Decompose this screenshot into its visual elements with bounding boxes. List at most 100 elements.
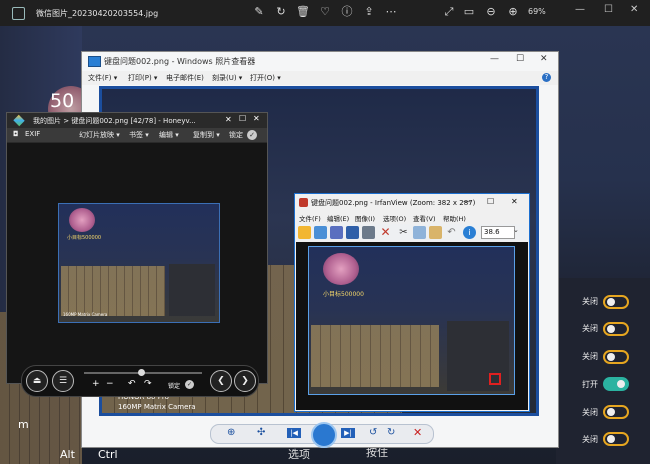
print-icon[interactable] bbox=[362, 226, 375, 239]
rotate-left-icon[interactable]: ↺ bbox=[369, 427, 377, 438]
maximize-icon[interactable]: ☐ bbox=[516, 54, 524, 64]
lock-label: 锁定 bbox=[168, 383, 181, 390]
toggle-label: 关闭 bbox=[582, 435, 598, 444]
menu-view[interactable]: 查看(V) bbox=[413, 213, 436, 223]
toggle-label: 关闭 bbox=[582, 408, 598, 417]
minimize-icon[interactable]: — bbox=[490, 54, 499, 64]
key-options: 选项 bbox=[288, 448, 310, 461]
check-icon[interactable]: ✓ bbox=[185, 380, 194, 389]
fit-icon[interactable]: ✣ bbox=[257, 427, 265, 438]
menu-email[interactable]: 电子邮件(E) bbox=[166, 73, 204, 83]
rotate-right-button[interactable]: ↷ bbox=[144, 379, 152, 389]
delete-icon[interactable]: 🗑 bbox=[296, 5, 310, 19]
copyto-menu[interactable]: 复制到 ▾ bbox=[193, 130, 220, 140]
photo-keyboard bbox=[61, 266, 165, 316]
toggle-switch bbox=[603, 322, 629, 336]
highlight-box bbox=[489, 373, 501, 385]
zoom-out-icon[interactable]: ⊖ bbox=[484, 5, 498, 19]
irfanview-icon bbox=[299, 198, 308, 207]
delete-icon[interactable]: ✕ bbox=[379, 226, 392, 239]
paste-icon[interactable] bbox=[429, 226, 442, 239]
prev-icon[interactable]: |◀ bbox=[287, 428, 301, 438]
share-icon[interactable]: ⇪ bbox=[362, 5, 376, 19]
close-icon[interactable]: ✕ bbox=[253, 114, 260, 123]
eject-icon[interactable]: ⏏ bbox=[26, 370, 48, 392]
displayed-image: 小目标500000 bbox=[308, 246, 515, 395]
bookmark-menu[interactable]: 书签 ▾ bbox=[129, 130, 149, 140]
wallpaper-number: 50 bbox=[50, 90, 75, 112]
close-icon[interactable]: ✕ bbox=[511, 197, 518, 206]
zoom-input[interactable]: 38.6 bbox=[481, 226, 515, 239]
edit-menu[interactable]: 编辑 ▾ bbox=[159, 130, 179, 140]
close-icon[interactable]: ✕ bbox=[630, 4, 638, 15]
camera-icon: ◘ bbox=[13, 130, 19, 138]
toggle-label: 关闭 bbox=[582, 297, 598, 306]
info-icon[interactable]: i bbox=[463, 226, 476, 239]
edit-icon[interactable]: ✎ bbox=[252, 5, 266, 19]
menu-options[interactable]: 选项(O) bbox=[383, 213, 406, 223]
help-icon[interactable]: ? bbox=[542, 73, 551, 82]
zoom-icon[interactable]: ⊕ bbox=[227, 427, 235, 438]
check-icon[interactable]: ✓ bbox=[247, 130, 257, 140]
info-icon[interactable]: ⓘ bbox=[340, 5, 354, 19]
honeyview-controls: ⏏ ☰ + − ↶ ↷ 锁定 ✓ ❮ ❯ bbox=[21, 365, 259, 397]
delete-icon[interactable]: ✕ bbox=[413, 426, 422, 439]
wallpaper-circle bbox=[323, 253, 359, 285]
image-view: 小目标500000 bbox=[296, 242, 528, 410]
zoom-in-icon[interactable]: ⊕ bbox=[506, 5, 520, 19]
close-icon[interactable]: ✕ bbox=[540, 54, 548, 64]
menu-icon[interactable]: ☰ bbox=[52, 370, 74, 392]
lock-button[interactable]: 锁定 bbox=[229, 130, 243, 140]
copy-icon[interactable] bbox=[413, 226, 426, 239]
rotate-left-button[interactable]: ↶ bbox=[128, 379, 136, 389]
zoom-out-button[interactable]: − bbox=[106, 379, 114, 389]
cut-icon[interactable]: ✂ bbox=[397, 226, 410, 239]
honeyview-icon bbox=[13, 114, 25, 127]
zoom-level: 69% bbox=[528, 7, 546, 16]
thumbnails-icon[interactable] bbox=[314, 226, 327, 239]
toggle-switch bbox=[603, 432, 629, 446]
minimize-icon[interactable]: — bbox=[575, 4, 585, 15]
zoom-dropdown-icon[interactable]: ⌄ bbox=[513, 226, 519, 234]
menu-print[interactable]: 打印(P) ▾ bbox=[128, 73, 157, 83]
favorite-icon[interactable]: ♡ bbox=[318, 5, 332, 19]
zoom-in-button[interactable]: + bbox=[92, 379, 100, 389]
undo-icon[interactable]: ↶ bbox=[445, 226, 458, 239]
key-ctrl: Ctrl bbox=[98, 448, 118, 461]
menu-help[interactable]: 帮助(H) bbox=[443, 213, 466, 223]
next-icon[interactable]: ❯ bbox=[234, 370, 256, 392]
more-icon[interactable]: ⋯ bbox=[384, 5, 398, 19]
open-icon[interactable] bbox=[298, 226, 311, 239]
phone-camera: 160MP Matrix Camera bbox=[118, 403, 196, 411]
honeyview-toolbar: ◘ EXIF 幻灯片放映 ▾ 书签 ▾ 编辑 ▾ 复制到 ▾ 锁定 ✓ bbox=[7, 128, 267, 142]
minimize-icon[interactable]: — bbox=[463, 197, 471, 206]
irfanview-toolbar: ✕ ✂ ↶ i 38.6 ⌄ bbox=[295, 224, 529, 241]
rotate-right-icon[interactable]: ↻ bbox=[387, 427, 395, 438]
menu-image[interactable]: 图像(I) bbox=[355, 213, 375, 223]
slideshow-menu[interactable]: 幻灯片放映 ▾ bbox=[79, 130, 120, 140]
toggle-switch bbox=[603, 405, 629, 419]
menu-file[interactable]: 文件(F) ▾ bbox=[88, 73, 117, 83]
menu-edit[interactable]: 编辑(E) bbox=[327, 213, 349, 223]
next-icon[interactable]: ▶| bbox=[341, 428, 355, 438]
key-m: m bbox=[18, 418, 29, 431]
app-icon bbox=[12, 7, 25, 20]
fit-icon[interactable]: ▭ bbox=[462, 5, 476, 19]
phone-camera: 160MP Matrix Camera bbox=[63, 312, 108, 317]
slideshow-icon[interactable] bbox=[330, 226, 343, 239]
maximize-icon[interactable]: ☐ bbox=[487, 197, 494, 206]
prev-icon[interactable]: ❮ bbox=[210, 370, 232, 392]
viewer-toolbar: ⊕ ✣ |◀ ▶| ↺ ↻ ✕ bbox=[210, 422, 434, 448]
seek-handle[interactable] bbox=[138, 369, 145, 376]
menu-burn[interactable]: 刻录(U) ▾ bbox=[212, 73, 242, 83]
menu-open[interactable]: 打开(O) ▾ bbox=[250, 73, 281, 83]
fullscreen-icon[interactable]: ⤢ bbox=[442, 5, 456, 19]
save-icon[interactable] bbox=[346, 226, 359, 239]
menu-file[interactable]: 文件(F) bbox=[299, 213, 321, 223]
maximize-icon[interactable]: ☐ bbox=[604, 4, 613, 15]
close-tab-icon[interactable]: ✕ bbox=[225, 115, 232, 124]
exif-button[interactable]: EXIF bbox=[25, 130, 40, 138]
slideshow-icon[interactable] bbox=[311, 422, 337, 448]
rotate-icon[interactable]: ↻ bbox=[274, 5, 288, 19]
maximize-icon[interactable]: ☐ bbox=[239, 114, 246, 123]
